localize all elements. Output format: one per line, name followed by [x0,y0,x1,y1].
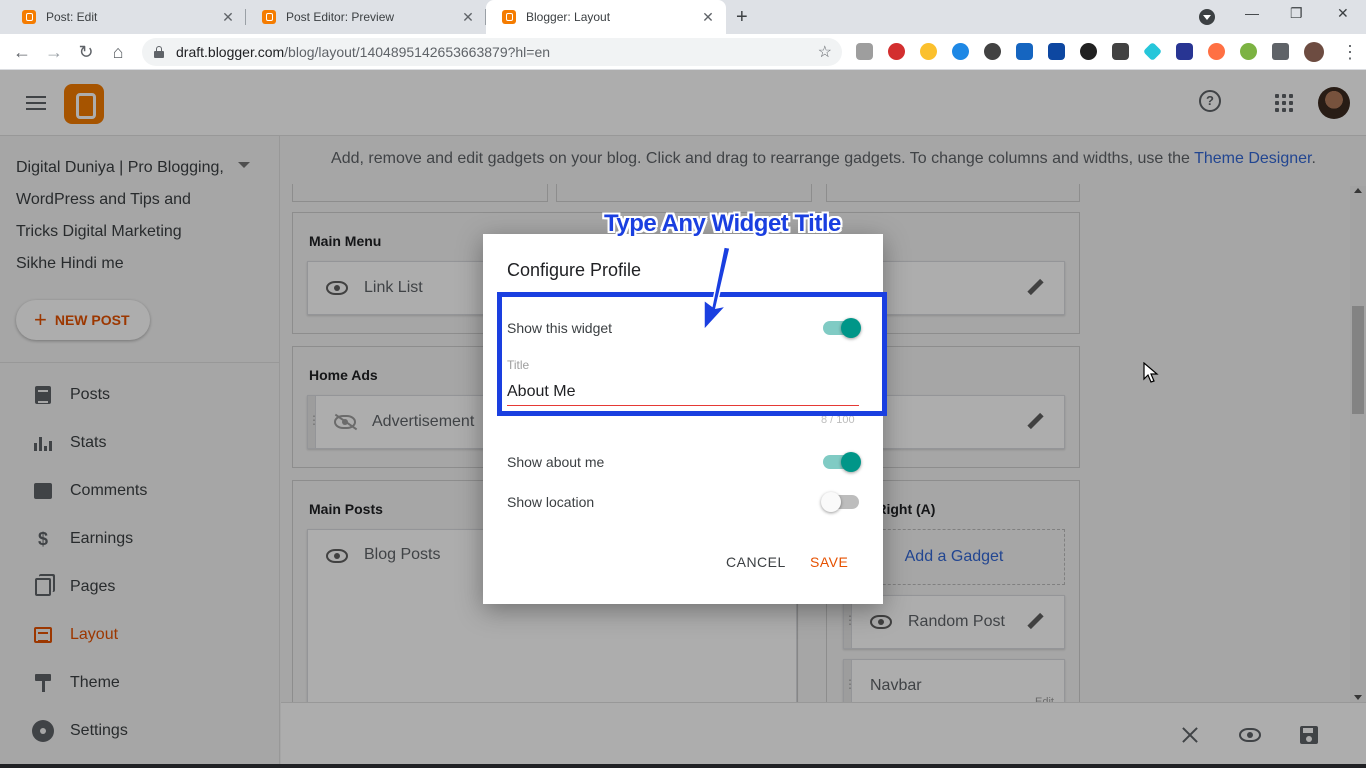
extension-icon[interactable] [920,43,937,60]
back-arrow-icon[interactable]: ← [10,40,34,64]
lock-icon [154,46,164,58]
tab-title: Post Editor: Preview [286,10,395,24]
browser-tab-layout[interactable]: Blogger: Layout ✕ [486,0,726,34]
close-tab-icon[interactable]: ✕ [460,9,476,26]
annotation-text: Type Any Widget Title [604,210,841,237]
extension-icon[interactable] [952,43,969,60]
extension-icon[interactable] [1240,43,1257,60]
tab-title: Post: Edit [46,10,98,24]
url-path: /blog/layout/1404895142653663879?hl=en [284,44,551,60]
extension-icon[interactable] [1112,43,1129,60]
extension-icon[interactable] [856,43,873,60]
browser-tab-post-edit[interactable]: Post: Edit ✕ [6,0,246,34]
restore-icon[interactable]: ❐ [1290,5,1303,22]
blogger-favicon-icon [22,10,36,24]
dialog-title: Configure Profile [507,260,642,280]
extension-icon[interactable] [888,43,905,60]
home-icon[interactable]: ⌂ [106,40,130,64]
browser-tab-preview[interactable]: Post Editor: Preview ✕ [246,0,486,34]
profile-avatar[interactable] [1304,42,1324,62]
tab-search-icon[interactable] [1199,9,1215,25]
extension-icon[interactable] [1142,41,1163,62]
save-button[interactable]: SAVE [810,554,848,570]
blogger-favicon-icon [262,10,276,24]
minimize-icon[interactable]: — [1245,5,1259,21]
close-tab-icon[interactable]: ✕ [700,9,716,26]
extension-icon[interactable] [984,43,1001,60]
blogger-favicon-icon [502,10,516,24]
taskbar-edge [0,764,1366,768]
cancel-button[interactable]: CANCEL [726,554,786,570]
show-about-label: Show about me [507,454,605,470]
mouse-cursor-icon [1143,362,1159,383]
extensions-puzzle-icon[interactable] [1272,43,1289,60]
show-about-toggle[interactable] [823,452,861,472]
reload-icon[interactable]: ↻ [74,40,98,64]
show-location-label: Show location [507,494,595,510]
window-close-icon[interactable]: ✕ [1337,5,1349,22]
browser-tab-strip: Post: Edit ✕ Post Editor: Preview ✕ Blog… [0,0,1366,34]
new-tab-plus-icon[interactable]: + [736,6,748,29]
bookmark-star-icon[interactable]: ☆ [818,42,832,62]
tab-title: Blogger: Layout [526,10,611,24]
show-location-toggle[interactable] [821,492,859,512]
browser-toolbar: ← → ↻ ⌂ draft.blogger.com/blog/layout/14… [0,34,1366,70]
forward-arrow-icon[interactable]: → [42,40,66,64]
close-tab-icon[interactable]: ✕ [220,9,236,26]
extension-icon[interactable] [1208,43,1225,60]
address-bar[interactable]: draft.blogger.com/blog/layout/1404895142… [142,38,842,66]
extension-icon[interactable] [1080,43,1097,60]
configure-profile-dialog: Configure Profile Show this widget Title… [483,234,883,604]
annotation-arrow-icon [703,246,731,332]
extension-icon[interactable] [1176,43,1193,60]
extension-icon[interactable] [1016,43,1033,60]
chrome-menu-icon[interactable]: ⋮ [1338,40,1362,64]
extension-icon[interactable] [1048,43,1065,60]
url-host: draft.blogger.com [176,44,285,60]
